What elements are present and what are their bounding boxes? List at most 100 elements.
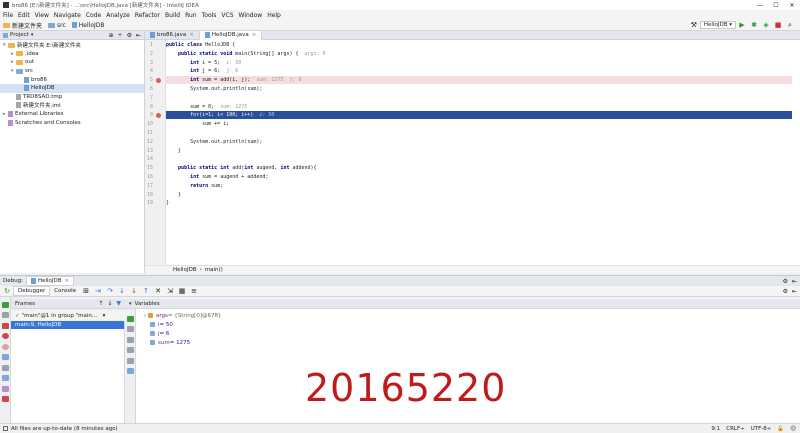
pin-icon[interactable]	[2, 385, 9, 392]
hide-icon[interactable]: ⇤	[136, 32, 141, 39]
rerun-icon[interactable]: ↻	[3, 287, 11, 295]
tree-item[interactable]: TRD8SAD.tmp	[0, 93, 144, 102]
menu-window[interactable]: Window	[239, 12, 263, 19]
tree-item[interactable]: ▸ .idea	[0, 50, 144, 59]
tree-item[interactable]: ▸ External Libraries	[0, 110, 144, 119]
breadcrumb-class[interactable]: HelloJDB	[79, 22, 105, 29]
variable-row[interactable]: › args = {String[0]@678}	[136, 311, 800, 320]
tree-item[interactable]: HelloJDB	[0, 83, 144, 93]
debug-icon[interactable]: ✱	[750, 21, 758, 29]
breakpoint-icon[interactable]	[156, 112, 161, 118]
code-line[interactable]	[166, 155, 792, 163]
run-to-cursor-icon[interactable]: ⇲	[166, 287, 174, 295]
tab-debugger[interactable]: Debugger	[13, 286, 51, 296]
tab-hellojdb[interactable]: HelloJDB.java ×	[199, 30, 263, 40]
code-line[interactable]: }	[166, 147, 792, 155]
menu-edit[interactable]: Edit	[18, 12, 30, 19]
menu-file[interactable]: File	[3, 12, 13, 19]
gear-icon[interactable]: ⚙	[127, 32, 132, 39]
more-icon[interactable]: ≡	[190, 287, 198, 295]
variable-row[interactable]: sum = 1275	[136, 338, 800, 347]
menu-code[interactable]: Code	[86, 12, 101, 19]
arrow-up-icon[interactable]	[127, 336, 134, 343]
pause-icon[interactable]	[2, 312, 9, 318]
maximize-button[interactable]: ☐	[768, 2, 784, 9]
file-encoding[interactable]: UTF-8÷	[751, 426, 772, 432]
code-line[interactable]: return sum;	[166, 182, 792, 190]
menu-view[interactable]: View	[35, 12, 49, 19]
gear-icon[interactable]: ⚙	[783, 288, 788, 295]
tree-item[interactable]: ▾ src	[0, 67, 144, 76]
code-line[interactable]	[166, 129, 792, 137]
show-execution-point-icon[interactable]: ⇥	[94, 287, 102, 295]
menu-tools[interactable]: Tools	[202, 12, 217, 19]
filter-icon[interactable]: ▼	[116, 300, 121, 307]
tree-item[interactable]: ▸ out	[0, 58, 144, 67]
code-line[interactable]: sum = 0; sum: 1275	[166, 103, 792, 111]
breakpoint-icon[interactable]	[156, 77, 161, 83]
add-watch-icon[interactable]	[127, 315, 134, 322]
project-panel-title[interactable]: Project	[10, 32, 29, 38]
resume-icon[interactable]	[2, 301, 9, 308]
frame-item[interactable]: main:9, HelloJDB	[11, 321, 124, 329]
copy-icon[interactable]	[127, 357, 134, 364]
close-icon[interactable]: ×	[189, 32, 194, 38]
editor-breadcrumb-method[interactable]: main()	[205, 267, 223, 273]
layout-icon[interactable]: ⊞	[82, 287, 90, 295]
breadcrumb-src[interactable]: src	[57, 22, 66, 29]
thread-selector[interactable]: ✓ "main"@1 in group "main": RUNNING ▾	[11, 311, 125, 320]
remove-watch-icon[interactable]	[127, 326, 134, 332]
locate-icon[interactable]: ⊕	[109, 32, 114, 39]
close-button[interactable]: ✕	[784, 2, 800, 9]
gear-icon[interactable]: ⚙	[783, 278, 788, 285]
stop-icon[interactable]	[2, 322, 9, 329]
tree-item[interactable]: Scratches and Consoles	[0, 118, 144, 127]
code-line[interactable]: public static void main(String[] args) {…	[166, 50, 792, 58]
hide-icon[interactable]: ⇤	[792, 278, 797, 285]
stop-icon[interactable]: ■	[774, 21, 782, 29]
debug-config-tab[interactable]: HelloJDB ×	[25, 276, 75, 286]
step-out-icon[interactable]: ↑	[142, 287, 150, 295]
code-line[interactable]: System.out.println(sum);	[166, 85, 792, 93]
hide-icon[interactable]: ⇤	[792, 288, 797, 295]
code-line[interactable]: System.out.println(sum);	[166, 138, 792, 146]
menu-run[interactable]: Run	[185, 12, 197, 19]
code-line[interactable]: int sum = add(i, j); sum: 1275 j: 6	[166, 76, 792, 85]
arrow-down-icon[interactable]	[127, 347, 134, 353]
hammer-icon[interactable]: ⚒	[690, 21, 698, 29]
line-separator[interactable]: CRLF÷	[726, 426, 745, 432]
restore-layout-icon[interactable]	[2, 375, 9, 381]
lock-icon[interactable]: 🔓	[777, 426, 784, 432]
code-line[interactable]: public class HelloJDB {	[166, 41, 792, 49]
code-line[interactable]: int sum = augend + addend;	[166, 173, 792, 181]
tab-console[interactable]: Console	[50, 286, 80, 296]
breadcrumb-project[interactable]: 新建文件夹	[12, 21, 42, 30]
menu-vcs[interactable]: VCS	[221, 12, 233, 19]
tree-item[interactable]: ▾ 新建文件夹 E:\新建文件夹	[0, 41, 144, 50]
code-line[interactable]: public static int add(int augend, int ad…	[166, 164, 792, 172]
inspector-icon[interactable]: ☺	[790, 426, 796, 432]
caret-position[interactable]: 9:1	[711, 426, 720, 432]
chevron-down-icon[interactable]: ▾	[103, 313, 106, 319]
close-icon[interactable]: ×	[252, 32, 257, 38]
code-line[interactable]: int j = 6; j: 6	[166, 67, 792, 75]
variable-row[interactable]: j = 6	[136, 329, 800, 338]
tree-item[interactable]: 新建文件夹.iml	[0, 101, 144, 110]
status-icon[interactable]	[3, 426, 8, 431]
menu-analyze[interactable]: Analyze	[106, 12, 130, 19]
close-icon[interactable]	[2, 396, 9, 402]
collapse-icon[interactable]: ÷	[118, 32, 123, 39]
search-icon[interactable]: ⌕	[786, 21, 794, 29]
step-into-icon[interactable]: ↓	[118, 287, 126, 295]
arrow-down-icon[interactable]: ↓	[107, 300, 112, 307]
mute-breakpoints-icon[interactable]	[2, 343, 9, 350]
camera-icon[interactable]	[2, 364, 9, 371]
drop-frame-icon[interactable]: ✕	[154, 287, 162, 295]
run-config-selector[interactable]: HelloJDB ▾	[699, 21, 736, 29]
editor-breadcrumb-class[interactable]: HelloJDB	[173, 267, 197, 273]
code-line[interactable]: sum += i;	[166, 120, 792, 128]
force-step-into-icon[interactable]: ↓	[130, 287, 138, 295]
minimize-button[interactable]: —	[752, 2, 768, 9]
thread-dump-icon[interactable]	[2, 354, 9, 360]
menu-navigate[interactable]: Navigate	[54, 12, 81, 19]
